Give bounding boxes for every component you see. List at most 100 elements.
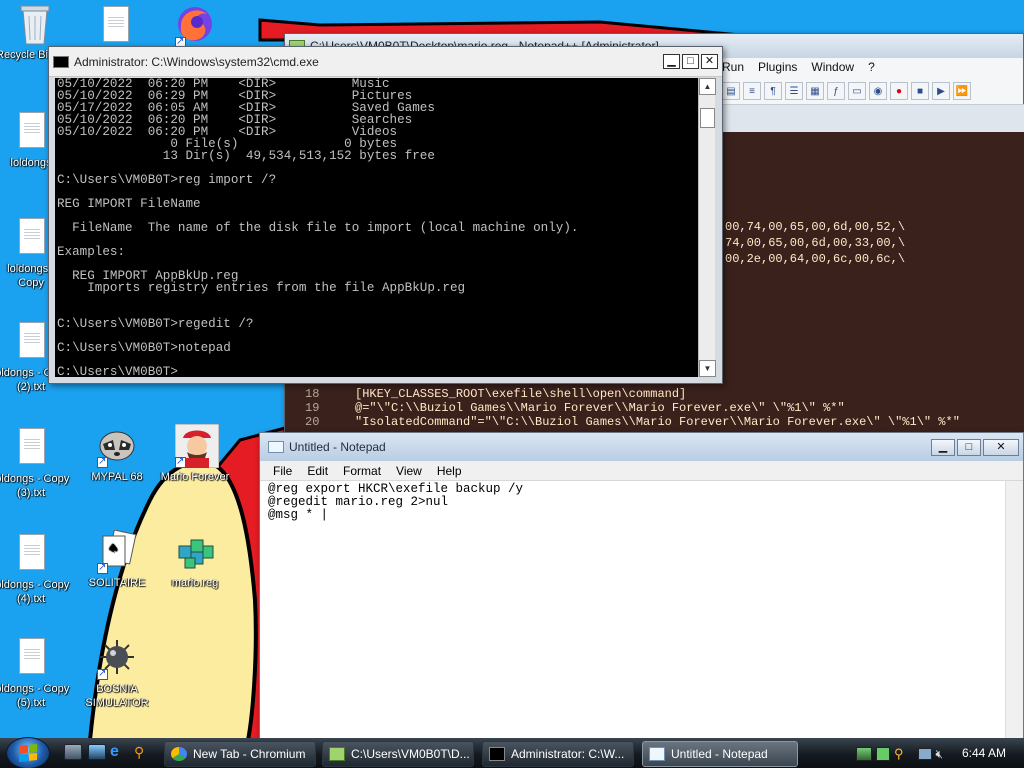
function-list-icon[interactable]: ƒ — [827, 82, 845, 100]
window-title: Administrator: C:\Windows\system32\cmd.e… — [74, 54, 319, 69]
cmd-icon — [489, 747, 505, 761]
show-desktop-icon[interactable] — [64, 744, 82, 760]
menu-view[interactable]: View — [389, 464, 430, 478]
word-wrap-icon[interactable]: ≡ — [743, 82, 761, 100]
minimize-button[interactable]: ▁ — [663, 54, 680, 69]
menu-help[interactable]: Help — [430, 464, 470, 478]
menu-window[interactable]: Window — [811, 60, 854, 74]
cmd-console-output[interactable]: 05/10/2022 06:20 PM <DIR> Music 05/10/202… — [55, 78, 698, 377]
cmd-icon — [53, 55, 69, 68]
search-icon[interactable]: ⚲ — [134, 744, 152, 760]
desktop-icon-text-file[interactable] — [76, 4, 154, 50]
text-file-icon — [11, 320, 51, 364]
taskbar-item-notepadpp[interactable]: C:\Users\VM0B0T\D... — [322, 741, 474, 767]
desktop-icon-loldongs-copy-5[interactable]: loldongs - Copy (5).txt — [0, 636, 70, 710]
taskbar-item-label: New Tab - Chromium — [193, 747, 306, 761]
menu-run[interactable]: Run — [722, 60, 744, 74]
close-button[interactable]: ✕ — [701, 54, 718, 69]
desktop-icon-label: Mario Forever — [160, 471, 230, 483]
cmd-scrollbar[interactable]: ▲ ▼ — [698, 78, 716, 377]
folder-workspace-icon[interactable]: ▭ — [848, 82, 866, 100]
show-all-chars-icon[interactable]: ¶ — [764, 82, 782, 100]
hex-line: 00,74,00,65,00,6d,00,52,\ — [725, 220, 906, 234]
search-tray-icon[interactable]: ⚲ — [894, 746, 904, 762]
scroll-up-arrow[interactable]: ▲ — [699, 78, 716, 95]
taskbar-item-notepad[interactable]: Untitled - Notepad — [642, 741, 798, 767]
internet-explorer-icon[interactable]: e — [110, 744, 128, 760]
desktop-icon-label: BOSNIA SIMULATOR — [85, 683, 149, 709]
menu-edit[interactable]: Edit — [300, 464, 336, 478]
desktop-icon-label: mario.reg — [171, 577, 219, 589]
volume-muted-icon[interactable]: 🔇︎ — [936, 747, 944, 762]
mario-icon — [174, 423, 220, 469]
desktop-icon-label: loldongs - Copy (3).txt — [0, 473, 70, 499]
hex-line: 00,2e,00,64,00,6c,00,6c,\ — [725, 252, 906, 266]
menu-format[interactable]: Format — [336, 464, 389, 478]
notepad-icon — [649, 747, 665, 761]
menu-help[interactable]: ? — [868, 60, 875, 74]
svg-text:♠: ♠ — [108, 541, 119, 555]
stop-record-icon[interactable]: ■ — [911, 82, 929, 100]
desktop-icon-mypal[interactable]: MYPAL 68 — [78, 424, 156, 484]
monitor-icon[interactable]: ◉ — [869, 82, 887, 100]
scroll-down-arrow[interactable]: ▼ — [699, 360, 716, 377]
console-line: REG IMPORT FileName — [57, 197, 201, 211]
console-line: C:\Users\VM0B0T>reg import /? — [57, 173, 277, 187]
cmd-titlebar[interactable]: Administrator: C:\Windows\system32\cmd.e… — [49, 47, 722, 77]
notepad-text-area[interactable]: @reg export HKCR\exefile backup /y @rege… — [268, 483, 1008, 738]
network-tray-icon[interactable] — [856, 747, 872, 761]
taskbar-item-cmd[interactable]: Administrator: C:\W... — [482, 741, 634, 767]
line-number: 19 — [305, 401, 320, 415]
notepadpp-icon — [329, 747, 345, 761]
menu-plugins[interactable]: Plugins — [758, 60, 797, 74]
console-line: Examples: — [57, 245, 126, 259]
taskbar-item-chromium[interactable]: New Tab - Chromium — [164, 741, 316, 767]
desktop-icon-mario-forever[interactable]: Mario Forever — [156, 423, 234, 484]
desktop-icon-firefox[interactable] — [156, 4, 234, 50]
desktop-icon-loldongs-copy-4[interactable]: loldongs - Copy (4).txt — [0, 532, 70, 606]
notepad-titlebar[interactable]: Untitled - Notepad ▁ □ ✕ — [260, 433, 1023, 461]
run-multiple-icon[interactable]: ⏩ — [953, 82, 971, 100]
cards-icon: ♠ — [97, 529, 137, 575]
doc-map-icon[interactable]: ▦ — [806, 82, 824, 100]
monitor-tray-icon[interactable] — [917, 748, 932, 760]
close-button[interactable]: ✕ — [983, 438, 1019, 456]
desktop-icon-label: Recycle Bin — [0, 49, 48, 61]
run-macro-icon[interactable]: ▤ — [722, 82, 740, 100]
notepad-scrollbar[interactable] — [1005, 481, 1023, 743]
start-button[interactable] — [6, 737, 50, 768]
console-line: FileName The name of the disk file to im… — [57, 221, 579, 235]
hex-line: 74,00,65,00,6d,00,33,00,\ — [725, 236, 906, 250]
taskbar-item-label: C:\Users\VM0B0T\D... — [351, 747, 470, 761]
switch-windows-icon[interactable] — [88, 744, 106, 760]
desktop-icon-label: loldongs - Copy (4).txt — [0, 579, 70, 605]
line-number: 18 — [305, 387, 320, 401]
indent-guide-icon[interactable]: ☰ — [785, 82, 803, 100]
desktop-icon-loldongs-copy-3[interactable]: loldongs - Copy (3).txt — [0, 426, 70, 500]
maximize-button[interactable]: □ — [682, 54, 699, 69]
chromium-icon — [171, 747, 187, 761]
taskbar-item-label: Administrator: C:\W... — [511, 747, 625, 761]
playback-icon[interactable]: ▶ — [932, 82, 950, 100]
registry-file-icon — [175, 530, 215, 574]
desktop-icon-bosnia-simulator[interactable]: BOSNIA SIMULATOR — [78, 636, 156, 710]
maximize-button[interactable]: □ — [957, 438, 981, 456]
text-file-icon — [11, 216, 51, 260]
scroll-thumb[interactable] — [700, 108, 715, 128]
desktop-icon-mario-reg[interactable]: mario.reg — [156, 530, 234, 590]
app-tray-icon[interactable] — [876, 747, 890, 761]
cmd-window[interactable]: Administrator: C:\Windows\system32\cmd.e… — [48, 46, 723, 384]
notepad-window[interactable]: Untitled - Notepad ▁ □ ✕ File Edit Forma… — [259, 432, 1024, 743]
menu-file[interactable]: File — [266, 464, 300, 478]
minimize-button[interactable]: ▁ — [931, 438, 955, 456]
desktop-icon-solitaire[interactable]: ♠ SOLITAIRE — [78, 529, 156, 590]
taskbar-item-label: Untitled - Notepad — [671, 747, 768, 761]
raccoon-icon — [97, 424, 137, 469]
record-macro-icon[interactable]: ● — [890, 82, 908, 100]
mine-icon — [97, 636, 137, 681]
taskbar-clock[interactable]: 6:44 AM — [962, 746, 1006, 760]
text-file-icon — [11, 426, 51, 470]
notepad-icon — [268, 441, 284, 453]
